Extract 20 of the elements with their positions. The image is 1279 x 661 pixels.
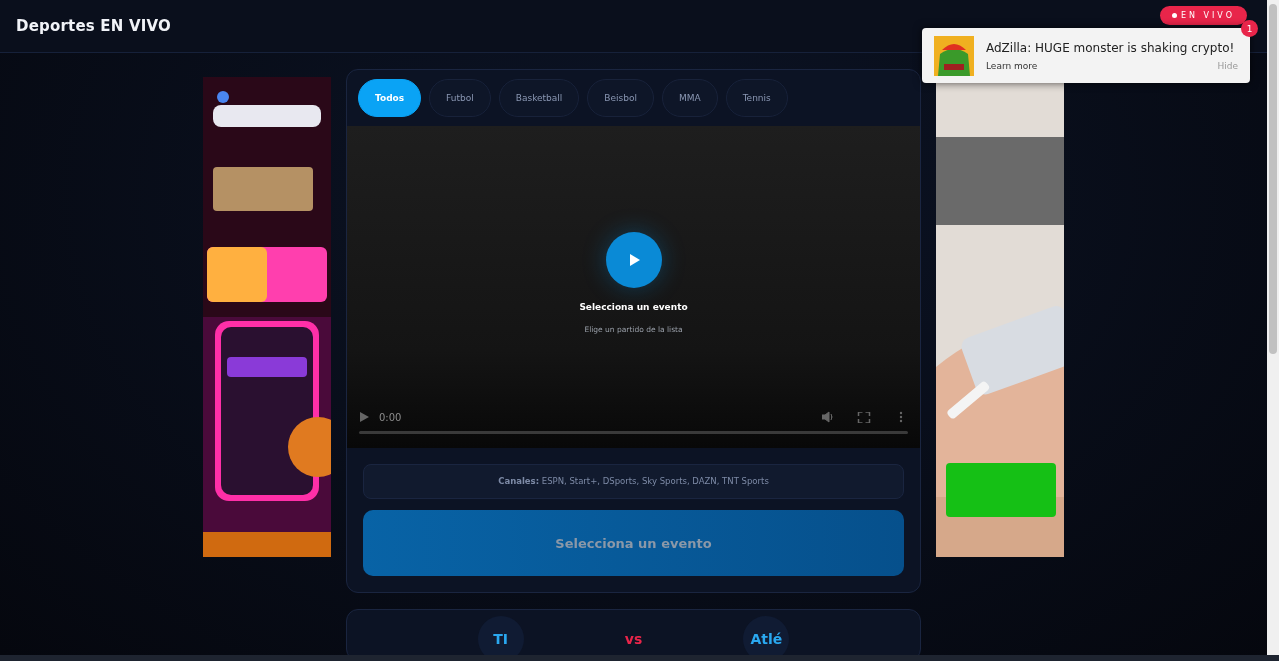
- versus-text: vs: [624, 631, 643, 647]
- notification-title: AdZilla: HUGE monster is shaking crypto!: [986, 40, 1236, 55]
- site-title: Deportes EN VIVO: [16, 17, 172, 35]
- video-title: Selecciona un evento: [579, 302, 688, 312]
- sport-tab[interactable]: Beisbol: [587, 79, 654, 117]
- sport-tab[interactable]: MMA: [661, 79, 718, 117]
- play-button[interactable]: [605, 232, 662, 288]
- scrollbar[interactable]: [1267, 0, 1279, 655]
- time-display: 0:00: [379, 411, 403, 423]
- sport-tab[interactable]: Tennis: [725, 79, 788, 117]
- sport-tab[interactable]: Basketball: [498, 79, 580, 117]
- live-badge: EN VIVO: [1159, 6, 1247, 25]
- team-badge: TI: [477, 616, 524, 655]
- volume-icon[interactable]: [822, 411, 834, 423]
- progress-track[interactable]: [359, 431, 908, 434]
- team-badge: Atlé: [743, 616, 790, 655]
- play-icon[interactable]: [359, 412, 369, 422]
- channels-text: Canales: ESPN, Start+, DSports, Sky Sports, DAZN, TNT Sports: [363, 464, 904, 499]
- learn-more-link[interactable]: Learn more: [986, 60, 1038, 71]
- sport-tab[interactable]: Futbol: [429, 79, 491, 117]
